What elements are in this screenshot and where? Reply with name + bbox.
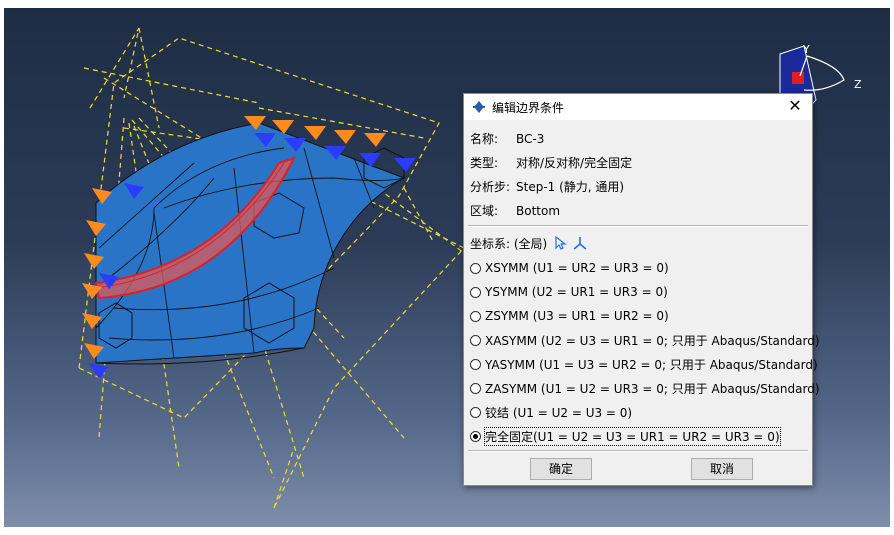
- option-xsymm-label: XSYMM (U1 = UR2 = UR3 = 0): [485, 261, 669, 275]
- option-zsymm-label: ZSYMM (U3 = UR1 = UR2 = 0): [485, 309, 669, 323]
- type-value: 对称/反对称/完全固定: [516, 156, 633, 170]
- option-pinned[interactable]: 铰结 (U1 = U2 = U3 = 0): [470, 403, 632, 421]
- option-xasymm-label: XASYMM (U2 = U3 = UR1 = 0; 只用于 Abaqus/St…: [485, 333, 820, 348]
- option-ysymm[interactable]: YSYMM (U2 = UR1 = UR3 = 0): [470, 283, 668, 301]
- option-yasymm[interactable]: YASYMM (U1 = U3 = UR2 = 0; 只用于 Abaqus/St…: [470, 355, 818, 373]
- name-label: 名称:: [470, 132, 499, 146]
- divider-bottom: [468, 450, 808, 452]
- option-ysymm-label: YSYMM (U2 = UR1 = UR3 = 0): [485, 285, 668, 299]
- region-value: Bottom: [516, 204, 561, 218]
- option-xasymm[interactable]: XASYMM (U2 = U3 = UR1 = 0; 只用于 Abaqus/St…: [470, 331, 820, 349]
- csys-triad-icon[interactable]: [573, 236, 587, 250]
- region-label: 区域:: [470, 204, 499, 218]
- step-row: 分析步: Step-1 (静力, 通用): [470, 178, 624, 196]
- radio-xasymm[interactable]: [470, 334, 481, 346]
- csys-row: 坐标系: (全局): [470, 234, 587, 252]
- cancel-button[interactable]: 取消: [691, 458, 753, 480]
- radio-pinned[interactable]: [470, 406, 481, 418]
- type-row: 类型: 对称/反对称/完全固定: [470, 154, 632, 172]
- triad-z-label: Z: [854, 78, 862, 91]
- close-button[interactable]: ✕: [786, 96, 804, 116]
- radio-yasymm[interactable]: [470, 358, 481, 370]
- name-value: BC-3: [516, 132, 545, 146]
- option-zasymm[interactable]: ZASYMM (U1 = U2 = UR3 = 0; 只用于 Abaqus/St…: [470, 379, 820, 397]
- bc-dialog-icon: [473, 101, 485, 113]
- dialog-titlebar[interactable]: 编辑边界条件 ✕: [464, 94, 812, 120]
- option-yasymm-label: YASYMM (U1 = U3 = UR2 = 0; 只用于 Abaqus/St…: [485, 357, 818, 372]
- edit-bc-dialog: 编辑边界条件 ✕ 名称: BC-3 类型: 对称/反对称/完全固定 分析步: Step…: [463, 93, 820, 486]
- divider: [468, 225, 808, 227]
- radio-xsymm[interactable]: [470, 262, 481, 274]
- option-zasymm-label: ZASYMM (U1 = U2 = UR3 = 0; 只用于 Abaqus/St…: [485, 381, 820, 396]
- curved-part[interactable]: [95, 122, 406, 365]
- name-row: 名称: BC-3: [470, 130, 544, 148]
- option-xsymm[interactable]: XSYMM (U1 = UR2 = UR3 = 0): [470, 259, 669, 277]
- region-row: 区域: Bottom: [470, 202, 560, 220]
- option-encastre-label: 完全固定(U1 = U2 = U3 = UR1 = UR2 = UR3 = 0): [484, 426, 781, 446]
- step-value: Step-1 (静力, 通用): [516, 180, 625, 194]
- radio-zasymm[interactable]: [470, 382, 481, 394]
- triad-y-label: Y: [802, 43, 810, 56]
- csys-label: 坐标系: (全局): [470, 236, 548, 251]
- radio-ysymm[interactable]: [470, 286, 481, 298]
- option-pinned-label: 铰结 (U1 = U2 = U3 = 0): [485, 405, 633, 420]
- type-label: 类型:: [470, 156, 499, 170]
- radio-zsymm[interactable]: [470, 310, 481, 322]
- ok-button[interactable]: 确定: [530, 458, 592, 480]
- dialog-title: 编辑边界条件: [492, 101, 565, 115]
- option-zsymm[interactable]: ZSYMM (U3 = UR1 = UR2 = 0): [470, 307, 669, 325]
- option-encastre[interactable]: 完全固定(U1 = U2 = U3 = UR1 = UR2 = UR3 = 0): [470, 426, 781, 446]
- arrow-cursor-icon[interactable]: [553, 236, 567, 250]
- radio-encastre[interactable]: [470, 430, 481, 442]
- step-label: 分析步:: [470, 180, 511, 194]
